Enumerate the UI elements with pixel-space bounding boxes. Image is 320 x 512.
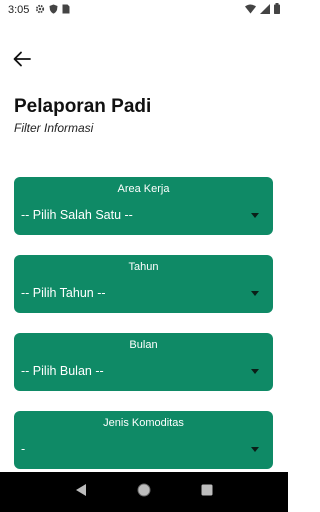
status-time: 3:05 [8, 4, 30, 16]
dropdown-value: -- Pilih Tahun -- [21, 286, 106, 300]
jenis-komoditas-dropdown[interactable]: Jenis Komoditas - [14, 411, 273, 469]
circle-home-icon [136, 482, 152, 503]
tahun-dropdown[interactable]: Tahun -- Pilih Tahun -- [14, 255, 273, 313]
chevron-down-icon [251, 447, 259, 452]
chevron-down-icon [251, 291, 259, 296]
navigation-bar [0, 472, 288, 512]
chevron-down-icon [251, 369, 259, 374]
page-title: Pelaporan Padi [14, 96, 152, 117]
square-recents-icon [201, 483, 213, 501]
dropdown-label: Bulan [129, 339, 158, 351]
chevron-down-icon [251, 213, 259, 218]
nav-recents-button[interactable] [197, 482, 217, 502]
battery-icon [274, 3, 280, 17]
nav-back-button[interactable] [71, 482, 91, 502]
dropdown-value: -- Pilih Salah Satu -- [21, 208, 133, 222]
gear-icon [35, 4, 45, 17]
bulan-dropdown[interactable]: Bulan -- Pilih Bulan -- [14, 333, 273, 391]
back-button[interactable] [10, 50, 34, 72]
status-bar: 3:05 [0, 0, 288, 20]
area-kerja-dropdown[interactable]: Area Kerja -- Pilih Salah Satu -- [14, 177, 273, 235]
nav-home-button[interactable] [134, 482, 154, 502]
dropdown-label: Area Kerja [117, 183, 170, 195]
dropdown-label: Tahun [128, 261, 159, 273]
dropdown-value: -- Pilih Bulan -- [21, 364, 104, 378]
dropdown-value: - [21, 442, 26, 456]
sim-card-icon [62, 4, 70, 17]
page-subtitle: Filter Informasi [14, 121, 94, 135]
dropdown-label: Jenis Komoditas [103, 417, 184, 429]
signal-icon [260, 3, 270, 17]
wifi-icon [245, 4, 256, 17]
arrow-left-icon [13, 51, 31, 72]
triangle-back-icon [75, 483, 87, 502]
shield-icon [49, 4, 58, 17]
